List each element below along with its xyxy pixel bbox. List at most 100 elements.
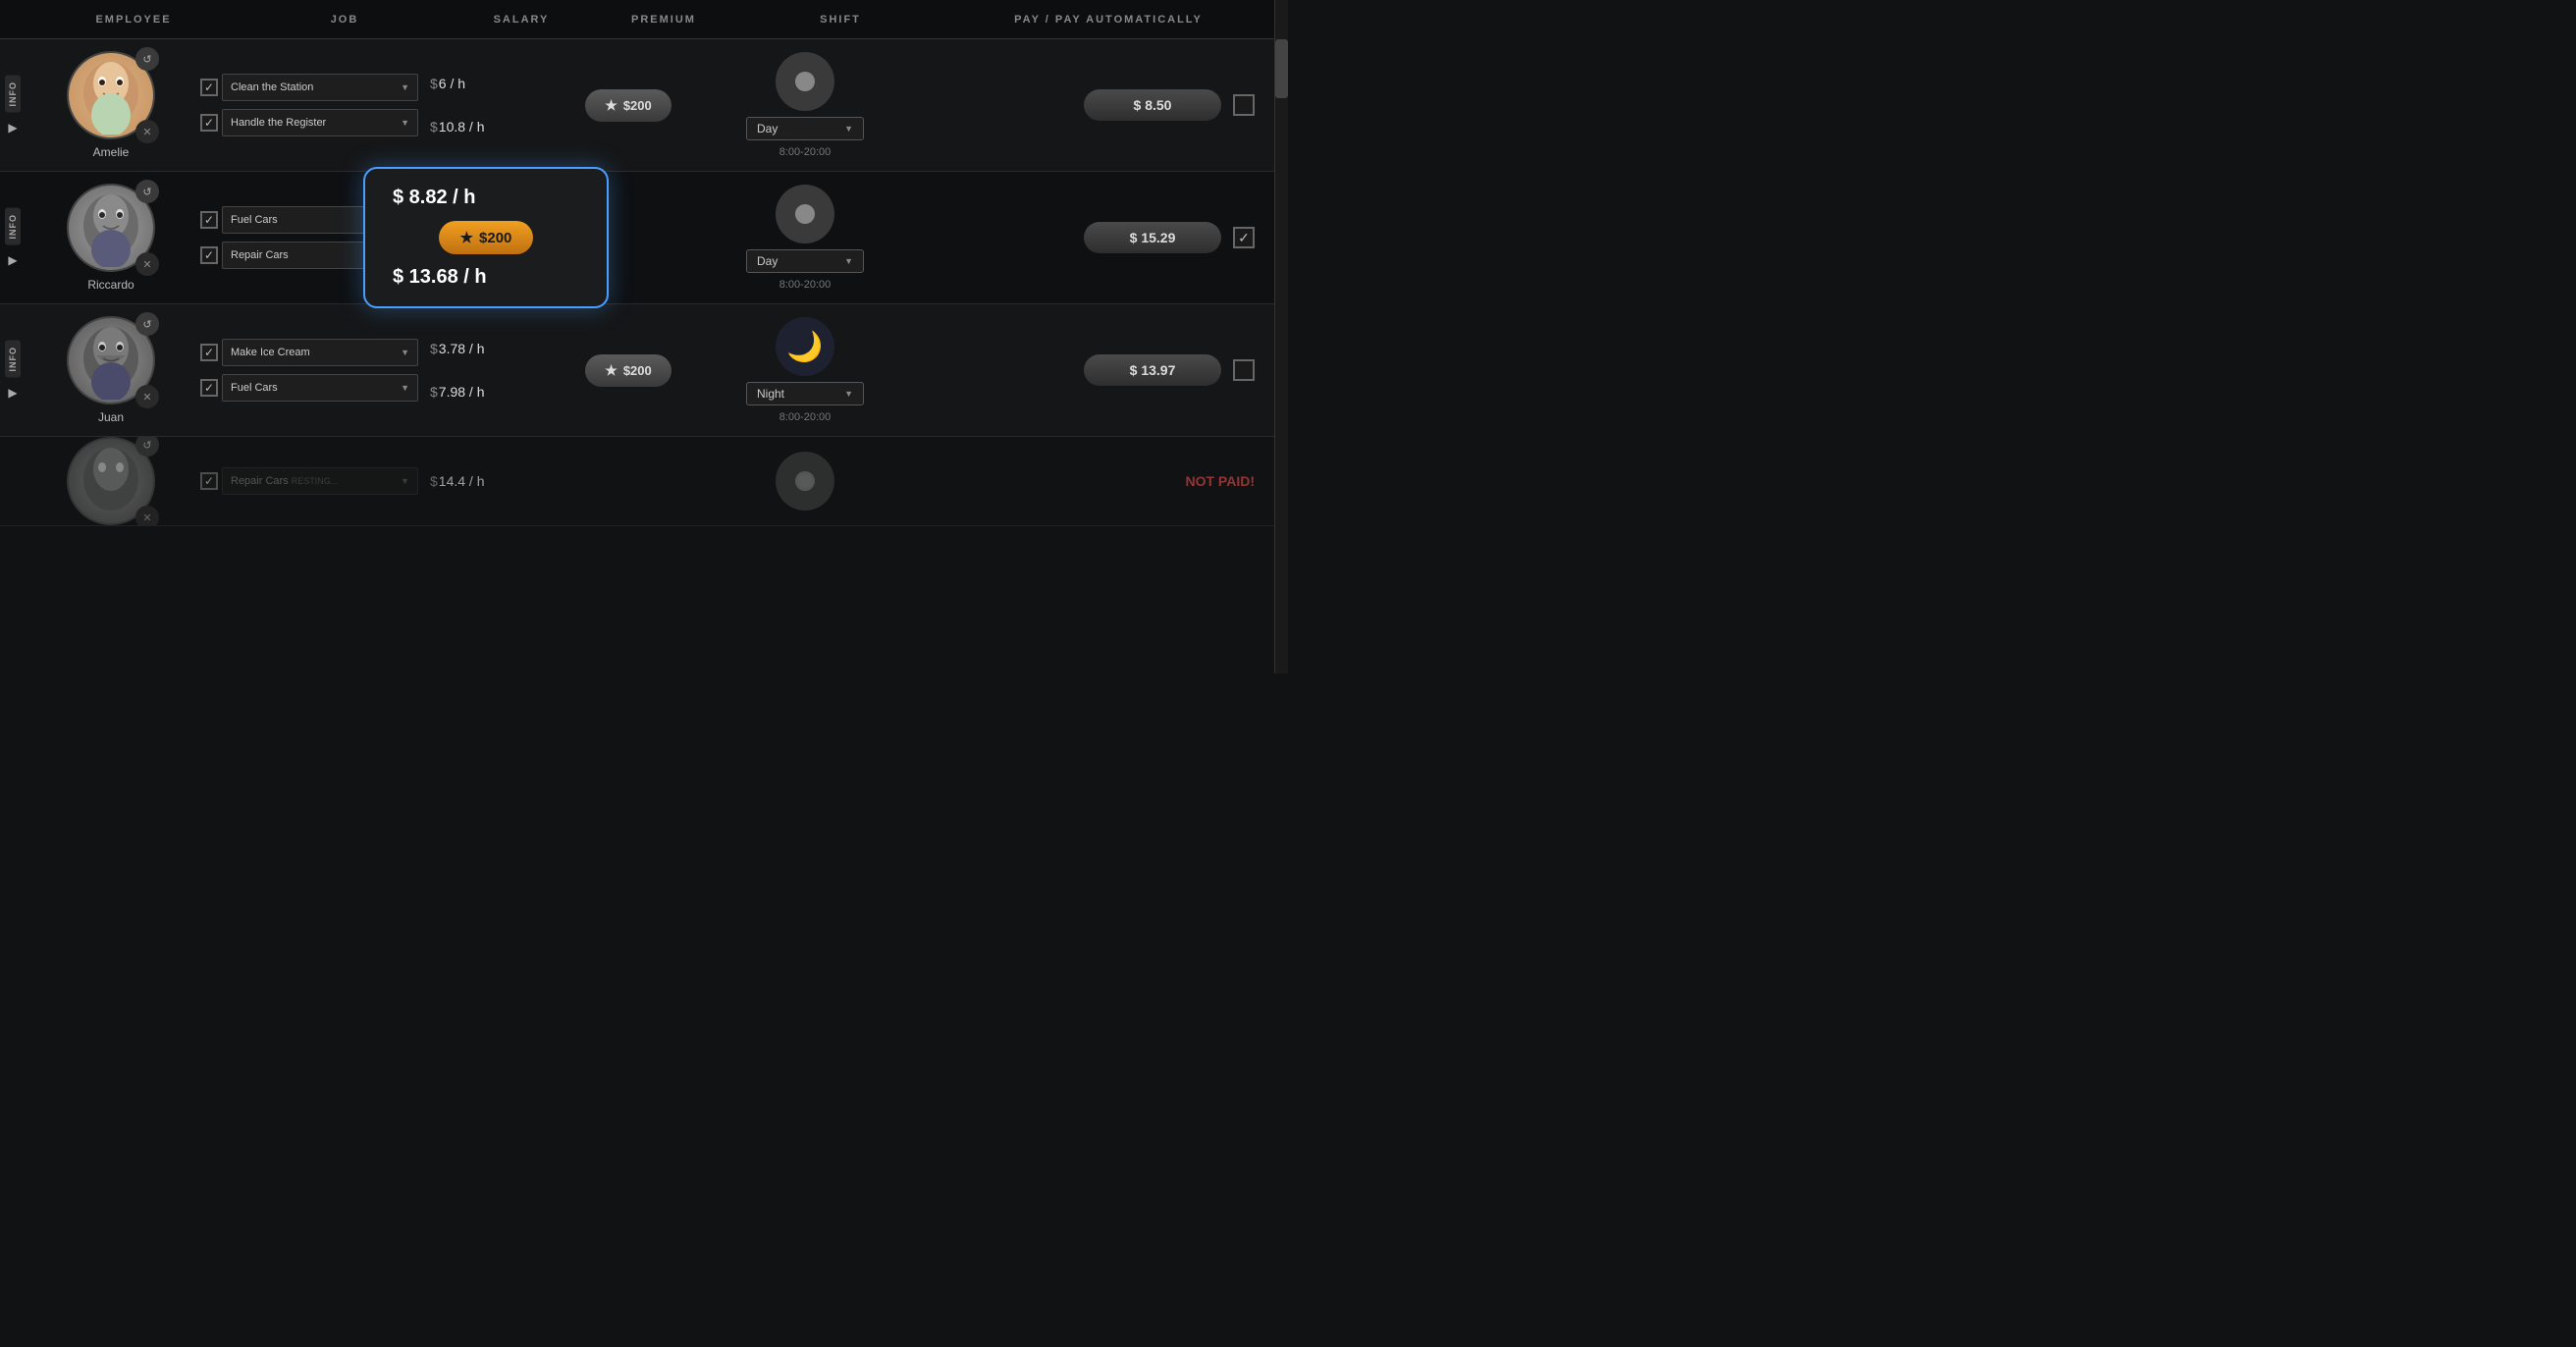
- premium-button-amelie[interactable]: ★ $200: [585, 89, 671, 122]
- job-label-amelie-2: Handle the Register: [231, 117, 326, 129]
- premium-amount-juan: $200: [623, 363, 652, 378]
- table-header: EMPLOYEE JOB SALARY PREMIUM SHIFT PAY / …: [0, 0, 1288, 39]
- star-icon: ★: [605, 97, 617, 114]
- dropdown-arrow: ▼: [844, 389, 853, 399]
- avatar-settings-amelie[interactable]: ↺: [135, 47, 159, 71]
- popup-premium-label: $200: [479, 230, 511, 246]
- salary-section-juan: $3.78 / h $7.98 / h: [422, 341, 550, 400]
- popup-star-icon: ★: [460, 229, 473, 246]
- shift-mode-amelie: Day: [757, 122, 778, 135]
- employee-juan: ↺ ✕ Juan: [26, 316, 196, 424]
- pay-auto-checkbox-juan[interactable]: [1233, 359, 1255, 381]
- job-label-juan-2: Fuel Cars: [231, 382, 278, 394]
- popup-salary2: $ 13.68 / h: [393, 266, 487, 289]
- pay-auto-checkbox-riccardo[interactable]: [1233, 227, 1255, 248]
- salary-2-juan: $7.98 / h: [430, 384, 485, 400]
- job-row-partial: Repair Cars RESTING... ▼: [200, 467, 418, 495]
- job-section-amelie: Clean the Station ▼ Handle the Register …: [196, 74, 422, 136]
- dropdown-arrow: ▼: [844, 256, 853, 266]
- job-label-riccardo-2: Repair Cars: [231, 249, 289, 261]
- star-icon: ★: [605, 362, 617, 379]
- salary-partial-value: $14.4 / h: [430, 473, 485, 489]
- shift-section-riccardo: Day ▼ 8:00-20:00: [707, 185, 903, 291]
- day-icon-partial: [785, 461, 825, 501]
- salary-1-amelie: $6 / h: [430, 76, 465, 91]
- employees-list: INFO ▶ ↺ ✕: [0, 39, 1274, 674]
- job-dropdown-juan-2[interactable]: Fuel Cars ▼: [222, 374, 418, 402]
- job-checkbox-riccardo-1[interactable]: [200, 211, 218, 229]
- premium-section-amelie: ★ $200: [550, 89, 707, 122]
- play-button-juan[interactable]: ▶: [8, 386, 17, 400]
- scrollbar-thumb[interactable]: [1275, 39, 1288, 98]
- pay-button-amelie[interactable]: $ 8.50: [1084, 89, 1221, 121]
- salary-2-amelie: $10.8 / h: [430, 119, 485, 135]
- employee-partial: ↺ ✕: [26, 437, 196, 525]
- job-dropdown-amelie-1[interactable]: Clean the Station ▼: [222, 74, 418, 101]
- job-label-juan-1: Make Ice Cream: [231, 347, 310, 358]
- avatar-settings-partial[interactable]: ↺: [135, 437, 159, 457]
- juan-face-svg: [77, 321, 145, 400]
- salary-partial: $14.4 / h: [422, 473, 550, 489]
- avatar-settings-juan[interactable]: ↺: [135, 312, 159, 336]
- pay-section-partial: NOT PAID!: [903, 473, 1274, 489]
- play-button-amelie[interactable]: ▶: [8, 121, 17, 135]
- premium-amount-amelie: $200: [623, 98, 652, 113]
- header-salary: SALARY: [457, 14, 585, 26]
- header-pay: PAY / PAY AUTOMATICALLY: [939, 14, 1278, 26]
- salary-popup-riccardo[interactable]: $ 8.82 / h ★ $200 $ 13.68 / h: [363, 167, 609, 308]
- job-section-juan: Make Ice Cream ▼ Fuel Cars ▼: [196, 339, 422, 402]
- avatar-remove-riccardo[interactable]: ✕: [135, 252, 159, 276]
- shift-icon-juan: 🌙: [776, 317, 834, 376]
- avatar-partial: ↺ ✕: [67, 437, 155, 525]
- shift-time-amelie: 8:00-20:00: [779, 146, 832, 158]
- job-checkbox-juan-2[interactable]: [200, 379, 218, 397]
- job-checkbox-amelie-2[interactable]: [200, 114, 218, 132]
- shift-section-amelie: Day ▼ 8:00-20:00: [707, 52, 903, 158]
- job-dropdown-juan-1[interactable]: Make Ice Cream ▼: [222, 339, 418, 366]
- pay-section-riccardo: $ 15.29: [903, 222, 1274, 253]
- table-row: INFO ▶ ↺ ✕: [0, 39, 1274, 172]
- table-row-juan: INFO ▶: [0, 304, 1274, 437]
- avatar-juan: ↺ ✕: [67, 316, 155, 404]
- pay-button-riccardo[interactable]: $ 15.29: [1084, 222, 1221, 253]
- shift-dropdown-riccardo[interactable]: Day ▼: [746, 249, 864, 273]
- avatar-settings-riccardo[interactable]: ↺: [135, 180, 159, 203]
- employee-name-amelie: Amelie: [93, 145, 130, 159]
- job-checkbox-partial[interactable]: [200, 472, 218, 490]
- employee-name-riccardo: Riccardo: [87, 278, 134, 292]
- dropdown-arrow: ▼: [401, 348, 409, 357]
- pay-button-juan[interactable]: $ 13.97: [1084, 354, 1221, 386]
- employee-amelie: ↺ ✕ Amelie: [26, 51, 196, 159]
- job-dropdown-amelie-2[interactable]: Handle the Register ▼: [222, 109, 418, 136]
- shift-dropdown-juan[interactable]: Night ▼: [746, 382, 864, 405]
- info-button-amelie[interactable]: INFO: [5, 76, 21, 113]
- shift-dropdown-amelie[interactable]: Day ▼: [746, 117, 864, 140]
- info-button-juan[interactable]: INFO: [5, 341, 21, 378]
- job-checkbox-juan-1[interactable]: [200, 344, 218, 361]
- pay-section-amelie: $ 8.50: [903, 89, 1274, 121]
- play-button-riccardo[interactable]: ▶: [8, 253, 17, 267]
- avatar-amelie: ↺ ✕: [67, 51, 155, 139]
- table-row-riccardo: INFO ▶ ↺ ✕: [0, 172, 1274, 304]
- scrollbar[interactable]: [1274, 0, 1288, 674]
- header-job: JOB: [232, 14, 457, 26]
- avatar-remove-partial[interactable]: ✕: [135, 506, 159, 526]
- day-icon-riccardo: [785, 194, 825, 234]
- premium-button-juan[interactable]: ★ $200: [585, 354, 671, 387]
- dropdown-arrow: ▼: [844, 124, 853, 134]
- avatar-remove-amelie[interactable]: ✕: [135, 120, 159, 143]
- info-button-riccardo[interactable]: INFO: [5, 208, 21, 245]
- shift-time-juan: 8:00-20:00: [779, 411, 832, 423]
- pay-auto-checkbox-amelie[interactable]: [1233, 94, 1255, 116]
- popup-premium-button[interactable]: ★ $200: [439, 221, 534, 254]
- header-premium: PREMIUM: [585, 14, 742, 26]
- amelie-face-svg: [77, 56, 145, 135]
- shift-icon-amelie: [776, 52, 834, 111]
- info-tab-amelie: INFO ▶: [0, 72, 26, 138]
- job-checkbox-riccardo-2[interactable]: [200, 246, 218, 264]
- shift-mode-juan: Night: [757, 387, 784, 401]
- employee-riccardo: ↺ ✕ Riccardo: [26, 184, 196, 292]
- salary-section-amelie: $6 / h $10.8 / h: [422, 76, 550, 135]
- avatar-remove-juan[interactable]: ✕: [135, 385, 159, 408]
- job-checkbox-amelie-1[interactable]: [200, 79, 218, 96]
